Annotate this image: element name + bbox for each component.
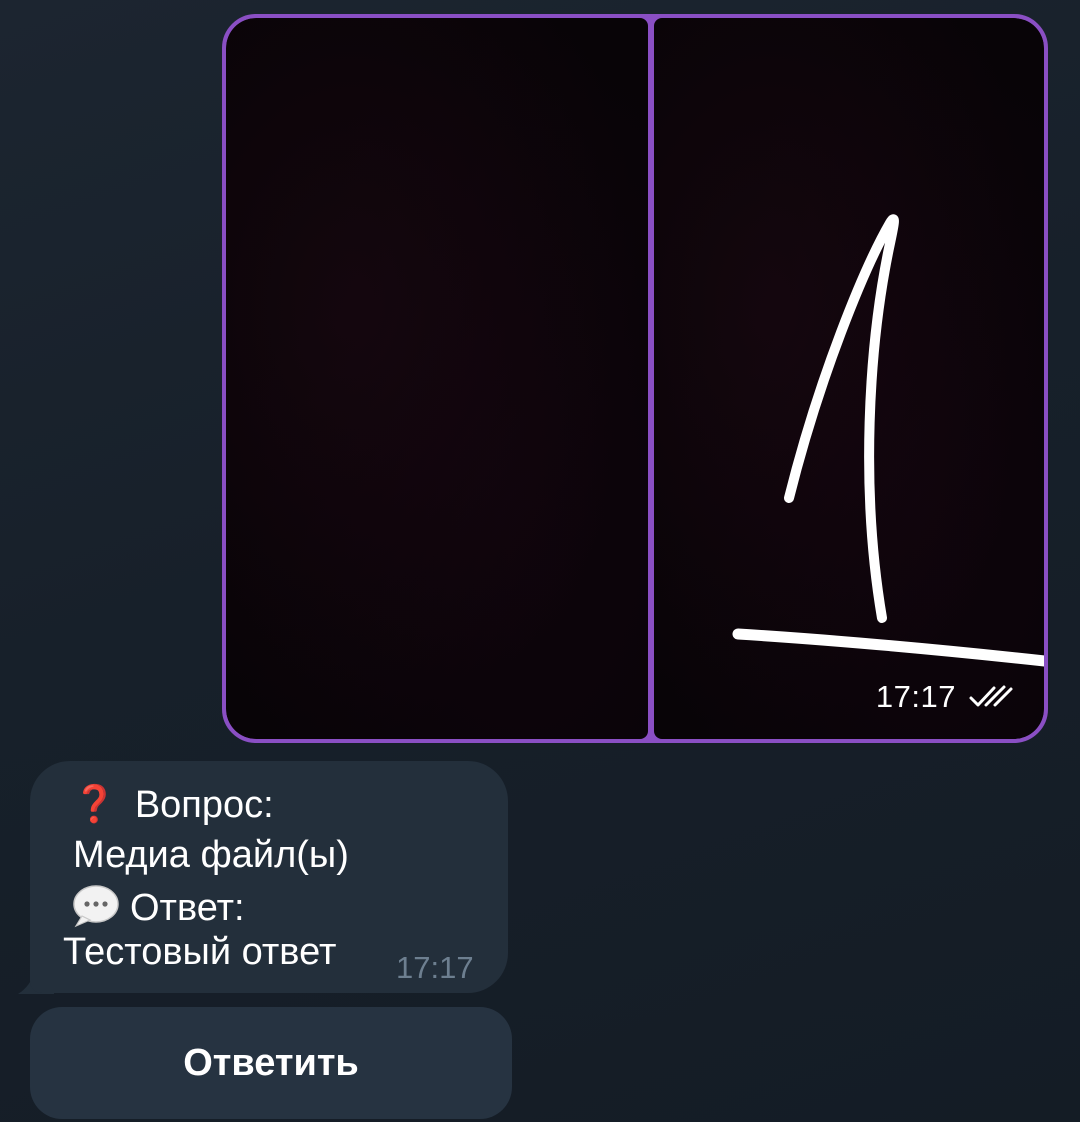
message-timestamp: 17:17	[396, 950, 474, 985]
answer-label: Ответ:	[130, 887, 245, 929]
media-album-message[interactable]: 17:17	[222, 14, 1048, 743]
album-photo-1[interactable]	[226, 18, 648, 739]
answer-text: Тестовый ответ	[63, 931, 337, 973]
question-text: Медиа файл(ы)	[73, 834, 349, 876]
media-timestamp: 17:17	[875, 679, 956, 714]
double-check-icon	[969, 685, 1013, 707]
handwritten-one-drawing	[732, 214, 1044, 667]
reply-button[interactable]: Ответить	[30, 1007, 512, 1119]
answer-line: Ответ:	[72, 884, 245, 928]
question-label: Вопрос:	[134, 784, 274, 826]
question-line: ❓ Вопрос:	[72, 783, 274, 826]
media-meta: 17:17	[876, 679, 1014, 715]
speech-bubble-icon	[73, 885, 119, 928]
album-photo-2[interactable]: 17:17	[654, 18, 1044, 739]
question-mark-icon: ❓	[72, 783, 117, 824]
